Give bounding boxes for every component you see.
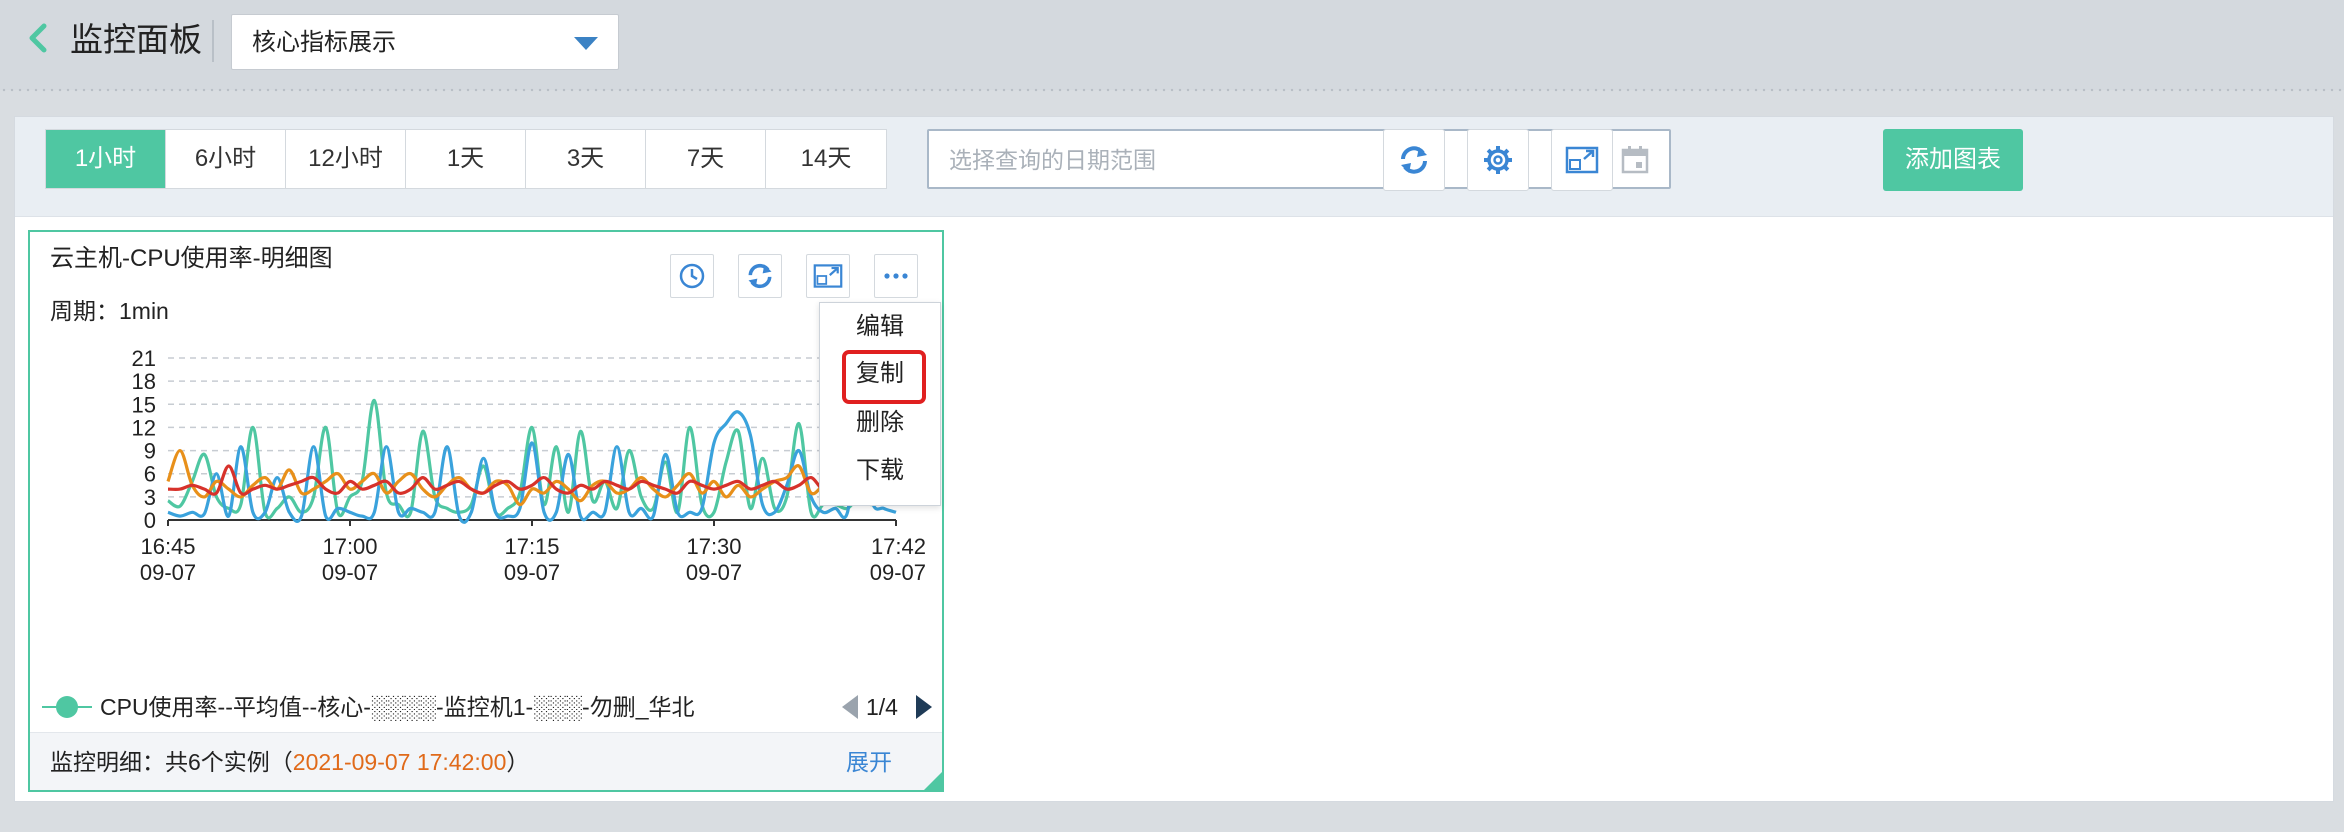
resize-handle[interactable] [924,772,942,790]
time-range-14d[interactable]: 14天 [766,130,886,188]
refresh-all-button[interactable] [1383,129,1445,191]
caret-down-icon [574,37,598,50]
y-tick-label: 21 [132,346,156,371]
menu-item-copy[interactable]: 复制 [820,350,940,404]
menu-item-download[interactable]: 下载 [820,451,940,491]
calendar-icon [1621,146,1649,174]
legend-prev-page-icon[interactable] [842,695,858,719]
refresh-icon [1401,146,1427,174]
x-tick-date: 09-07 [322,560,378,585]
date-range-placeholder: 选择查询的日期范围 [949,147,1156,173]
legend-page-indicator: 1/4 [866,694,898,720]
x-tick-time: 17:00 [322,534,377,559]
monitor-detail-time: 2021-09-07 17:42:00 [292,749,507,775]
x-tick-time: 16:45 [140,534,195,559]
y-tick-label: 0 [144,508,156,533]
title-divider [212,20,214,62]
time-range-12h[interactable]: 12小时 [286,130,406,188]
legend-series-label[interactable]: CPU使用率--平均值--核心-░░░░-监控机1-░░░-勿删_华北 [100,692,695,722]
legend-series-marker[interactable] [42,696,92,718]
clock-icon [679,263,705,289]
back-arrow-icon[interactable] [24,20,54,56]
time-range-7d[interactable]: 7天 [646,130,766,188]
time-range-1h[interactable]: 1小时 [46,130,166,188]
x-tick-time: 17:42 [871,534,926,559]
dashboard-toolbar: 1小时 6小时 12小时 1天 3天 7天 14天 选择查询的日期范围 添加图表 [15,117,2333,217]
chart-card-period: 周期：1min [50,298,169,324]
dashboard-select-value: 核心指标展示 [252,29,396,56]
dashboard-select[interactable]: 核心指标展示 [231,14,619,70]
x-tick-time: 17:30 [686,534,741,559]
chart-refresh-button[interactable] [738,254,782,298]
header-edge-decoration [0,88,2344,92]
expand-details-link[interactable]: 展开 [846,747,892,777]
monitor-detail-prefix: 监控明细：共6个实例（ [50,749,293,775]
expand-icon [1565,146,1599,174]
gear-icon [1484,146,1512,174]
add-chart-button[interactable]: 添加图表 [1883,129,2023,191]
time-range-6h[interactable]: 6小时 [166,130,286,188]
y-tick-label: 15 [132,392,156,417]
time-range-1d[interactable]: 1天 [406,130,526,188]
x-tick-date: 09-07 [686,560,742,585]
y-tick-label: 12 [132,415,156,440]
monitor-detail-summary: 监控明细：共6个实例（2021-09-07 17:42:00） [50,747,529,777]
time-range-3d[interactable]: 3天 [526,130,646,188]
expand-icon [813,264,843,288]
x-tick-date: 09-07 [504,560,560,585]
more-icon [884,273,908,279]
monitor-detail-suffix: ） [506,749,530,775]
menu-item-delete[interactable]: 删除 [820,403,940,443]
chart-fullscreen-button[interactable] [806,254,850,298]
chart-legend: CPU使用率--平均值--核心-░░░░-监控机1-░░░-勿删_华北 1/4 [30,686,942,728]
chart-card-title: 云主机-CPU使用率-明细图 [50,245,333,272]
chart-time-button[interactable] [670,254,714,298]
menu-item-edit[interactable]: 编辑 [820,307,940,347]
series-line [167,398,898,520]
chart-card-footer: 监控明细：共6个实例（2021-09-07 17:42:00） 展开 [30,732,942,790]
y-tick-label: 6 [144,462,156,487]
x-tick-time: 17:15 [504,534,559,559]
x-tick-date: 09-07 [140,560,196,585]
y-tick-label: 9 [144,439,156,464]
refresh-icon [748,263,772,289]
x-tick-date: 09-07 [870,560,926,585]
time-range-tabs: 1小时 6小时 12小时 1天 3天 7天 14天 [45,129,887,189]
y-tick-label: 3 [144,485,156,510]
chart-more-button[interactable] [874,254,918,298]
page-title: 监控面板 [70,21,202,58]
settings-button[interactable] [1467,129,1529,191]
top-header: 监控面板 核心指标展示 [0,0,2344,90]
fullscreen-button[interactable] [1551,129,1613,191]
chart-more-menu: 编辑 复制 删除 下载 [819,302,941,506]
cpu-line-chart: 03691215182116:4509-0717:0009-0717:1509-… [132,346,926,585]
y-tick-label: 18 [132,369,156,394]
chart-card: 云主机-CPU使用率-明细图 周期：1min 0 3 6 9 12 15 18 21 16:4 [28,230,944,792]
legend-next-page-icon[interactable] [916,695,932,719]
